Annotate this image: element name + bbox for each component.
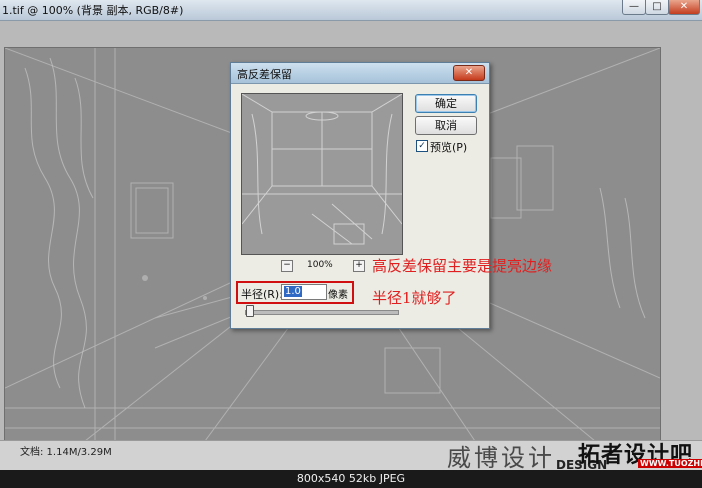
- dialog-close-icon[interactable]: ✕: [453, 65, 485, 81]
- ok-button[interactable]: 确定: [415, 94, 477, 113]
- radius-input[interactable]: 1.0: [281, 284, 327, 300]
- watermark-logo: 威博设计: [447, 444, 555, 472]
- radius-highlight-box: 半径(R): 1.0 像素: [236, 281, 354, 304]
- image-info: 800x540 52kb JPEG: [296, 472, 406, 485]
- dialog-title: 高反差保留: [237, 68, 292, 81]
- radius-slider-handle[interactable]: [246, 305, 254, 317]
- maximize-icon[interactable]: □: [645, 0, 669, 15]
- window-title: 1.tif @ 100% (背景 副本, RGB/8#): [2, 4, 184, 17]
- radius-label: 半径(R):: [241, 288, 283, 301]
- brand-url: WWW.TUOZHE8.COM: [638, 459, 702, 468]
- minimize-icon[interactable]: —: [622, 0, 646, 15]
- preview-checkbox[interactable]: ✓: [416, 140, 428, 152]
- cancel-button[interactable]: 取消: [415, 116, 477, 135]
- radius-unit: 像素: [328, 290, 348, 301]
- radius-slider-track[interactable]: [245, 310, 399, 315]
- image-info-bar: 800x540 52kb JPEG: [0, 470, 702, 488]
- preview-image: [242, 94, 402, 254]
- zoom-out-icon[interactable]: −: [281, 260, 293, 272]
- annotation-text-1: 高反差保留主要是提亮边缘: [372, 257, 553, 275]
- annotation-text-2: 半径1就够了: [372, 289, 457, 307]
- window-titlebar[interactable]: 1.tif @ 100% (背景 副本, RGB/8#) — □ ✕: [0, 0, 702, 21]
- doc-size-info: 文档: 1.14M/3.29M: [20, 447, 112, 458]
- filter-preview[interactable]: [241, 93, 403, 255]
- close-icon[interactable]: ✕: [668, 0, 700, 15]
- brand-logo: 拓者设计吧 WWW.TUOZHE8.COM: [578, 437, 702, 468]
- radius-value: 1.0: [284, 286, 302, 297]
- zoom-level: 100%: [307, 260, 333, 270]
- dialog-titlebar[interactable]: 高反差保留 ✕: [231, 63, 489, 84]
- zoom-in-icon[interactable]: +: [353, 260, 365, 272]
- preview-label: 预览(P): [430, 141, 468, 154]
